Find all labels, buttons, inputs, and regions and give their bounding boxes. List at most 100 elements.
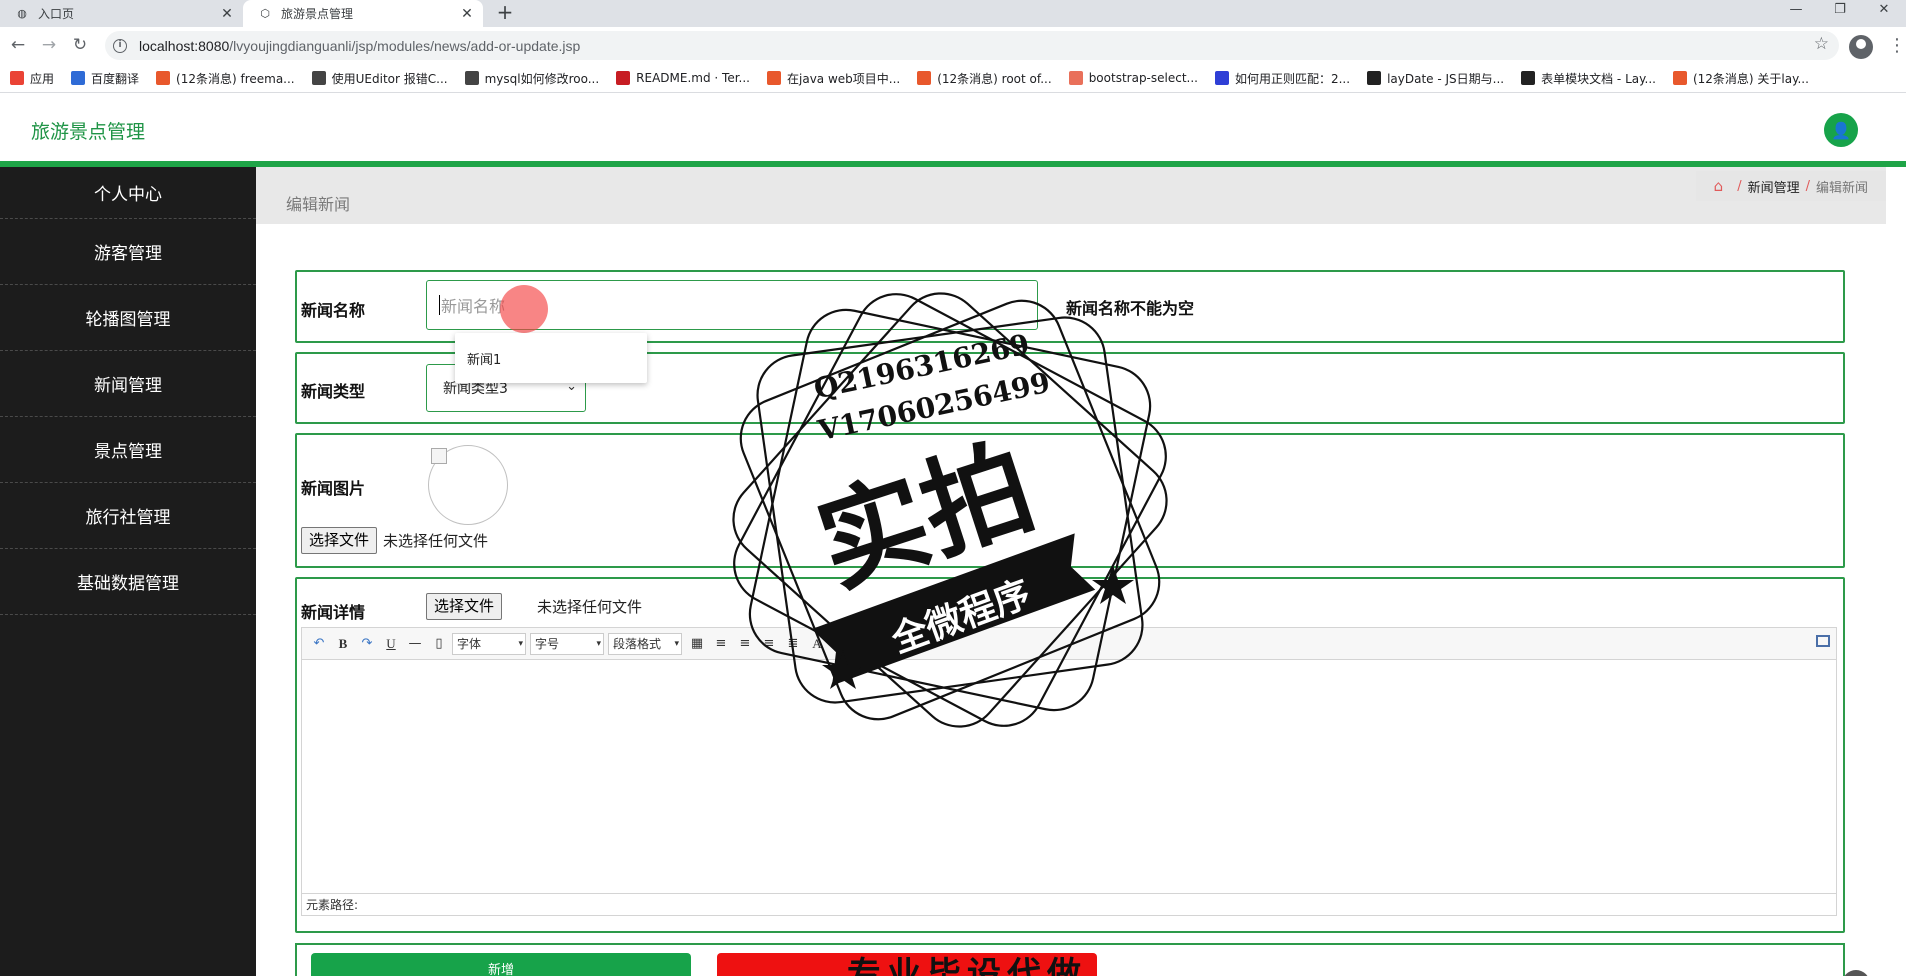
bookmark-item[interactable]: 在java web项目中... (767, 70, 900, 87)
minimize-icon[interactable]: — (1774, 2, 1818, 17)
sidebar-item-agencies[interactable]: 旅行社管理 (0, 483, 256, 549)
bookmark-label: (12条消息) root of... (937, 71, 1052, 86)
home-icon[interactable]: ⌂ (1714, 177, 1724, 195)
bookmark-item[interactable]: (12条消息) root of... (917, 70, 1052, 87)
new-tab-button[interactable]: + (494, 1, 516, 23)
news-name-placeholder: 新闻名称 (441, 297, 506, 316)
detail-file-button[interactable]: 选择文件 (426, 593, 503, 620)
csdn-icon (156, 71, 171, 85)
close-window-icon[interactable]: ✕ (1862, 2, 1906, 17)
bookmark-label: 如何用正则匹配：2... (1234, 71, 1351, 86)
paragraph-format-select[interactable]: 段落格式 ▾ (608, 632, 682, 655)
bookmark-label: README.md · Ter... (636, 71, 750, 85)
undo-icon[interactable]: ↶ (308, 634, 330, 654)
bookmark-item[interactable]: 使用UEditor 报错C... (311, 70, 448, 87)
font-family-select[interactable]: 字体 ▾ (452, 632, 526, 655)
bookmark-item[interactable]: (12条消息) 关于lay... (1672, 70, 1809, 87)
sidebar-item-visitors[interactable]: 游客管理 (0, 219, 256, 285)
bookmark-label: 百度翻译 (91, 71, 140, 86)
baidu-translate-icon (71, 71, 86, 85)
breadcrumb-news[interactable]: 新闻管理 (1748, 177, 1800, 196)
profile-icon[interactable] (1849, 35, 1873, 59)
table-icon[interactable]: ▦ (686, 634, 708, 654)
tab-close-icon[interactable]: ✕ (219, 6, 235, 22)
layui-icon (1367, 71, 1382, 85)
underline-button[interactable]: U (380, 634, 402, 654)
url-text: localhost:8080/lvyoujingdianguanli/jsp/m… (139, 37, 581, 54)
redo-icon[interactable]: ↷ (356, 634, 378, 654)
csdn-icon (1672, 71, 1687, 85)
user-icon: 👤 (1831, 120, 1851, 140)
news-image-preview (428, 445, 508, 525)
form-row-image: 新闻图片 选择文件 未选择任何文件 (295, 433, 1845, 568)
fullscreen-icon[interactable] (1816, 635, 1830, 647)
detail-file-status: 未选择任何文件 (537, 598, 643, 616)
forward-icon[interactable]: → (39, 35, 59, 55)
bookmark-item[interactable]: bootstrap-select... (1068, 71, 1198, 85)
bookmark-label: (12条消息) 关于lay... (1692, 71, 1809, 86)
sidebar-item-attractions[interactable]: 景点管理 (0, 417, 256, 483)
user-avatar-button[interactable]: 👤 (1824, 113, 1858, 147)
csdn-icon (917, 71, 932, 85)
address-bar[interactable]: i localhost:8080/lvyoujingdianguanli/jsp… (105, 31, 1839, 60)
sidebar-item-news[interactable]: 新闻管理 (0, 351, 256, 417)
sidebar-item-base-data[interactable]: 基础数据管理 (0, 549, 256, 615)
bookmark-item[interactable]: (12条消息) freema... (156, 70, 295, 87)
more-menu-icon[interactable]: ⋮ (1888, 35, 1906, 57)
tab-close-icon[interactable]: ✕ (459, 6, 475, 22)
horizontal-rule-icon[interactable]: — (404, 634, 426, 654)
sidebar-item-profile[interactable]: 个人中心 (0, 167, 256, 219)
bookmark-label: layDate - JS日期与... (1387, 71, 1505, 86)
baidu-paw-icon (1214, 71, 1229, 85)
tab-title: 入口页 (38, 7, 75, 21)
sidebar-item-carousel[interactable]: 轮播图管理 (0, 285, 256, 351)
form-actions: 新增 专业毕设代做 (295, 943, 1845, 976)
bookmark-item[interactable]: 如何用正则匹配：2... (1214, 70, 1351, 87)
breadcrumb-current: 编辑新闻 (1815, 180, 1868, 196)
apps-grid-icon (10, 71, 24, 85)
bookmark-item[interactable]: mysql如何修改roo... (464, 70, 600, 87)
image-file-status: 未选择任何文件 (383, 532, 489, 550)
jianshu-icon (1068, 71, 1083, 85)
rich-text-editor[interactable]: ↶ B ↷ U — ▯ 字体 ▾ 字号 ▾ 段落格式 ▾ ▦ ≡ ≡ ≡ ≣ A 元素… (301, 627, 1837, 916)
info-icon[interactable]: i (113, 38, 127, 53)
align-justify-icon[interactable]: ≣ (782, 634, 804, 654)
ad-banner-text: 专业毕设代做 (847, 955, 1087, 976)
hexagon-icon: ⬡ (260, 7, 270, 20)
bookmark-label: mysql如何修改roo... (484, 71, 600, 86)
content-header: 编辑新闻 ⌂ / 新闻管理 / 编辑新闻 (256, 167, 1886, 224)
bookmark-item[interactable]: 应用 (10, 70, 54, 87)
browser-tab-active[interactable]: ⬡ 旅游景点管理 ✕ (243, 0, 483, 27)
align-center-icon[interactable]: ≡ (734, 634, 756, 654)
editor-element-path: 元素路径: (302, 893, 1836, 915)
autocomplete-dropdown[interactable]: 新闻1 (455, 333, 647, 383)
bookmark-label: 应用 (30, 71, 55, 86)
sidebar: 个人中心 游客管理 轮播图管理 新闻管理 景点管理 旅行社管理 基础数据管理 (0, 167, 256, 976)
browser-toolbar: ← → ↻ i localhost:8080/lvyoujingdianguan… (0, 27, 1906, 64)
submit-button[interactable]: 新增 (311, 953, 691, 976)
bold-button[interactable]: B (332, 634, 354, 654)
layui-icon (1521, 71, 1536, 85)
bookmarks-bar: 应用 百度翻译 (12条消息) freema... 使用UEditor 报错C... m… (0, 64, 1906, 93)
bookmark-item[interactable]: 表单模块文档 - Lay... (1521, 70, 1656, 87)
image-file-button[interactable]: 选择文件 (301, 527, 378, 554)
align-left-icon[interactable]: ≡ (710, 634, 732, 654)
csdn-icon (767, 71, 781, 85)
font-size-select[interactable]: 字号 ▾ (530, 632, 604, 655)
bookmark-item[interactable]: layDate - JS日期与... (1367, 70, 1504, 87)
reload-icon[interactable]: ↻ (70, 35, 90, 55)
back-icon[interactable]: ← (8, 35, 28, 55)
restore-icon[interactable]: ❐ (1818, 2, 1862, 17)
tab-title: 旅游景点管理 (281, 7, 354, 21)
font-color-button[interactable]: A (806, 634, 828, 654)
autocomplete-option[interactable]: 新闻1 (467, 353, 501, 368)
image-label: 新闻图片 (301, 479, 366, 498)
bookmark-star-icon[interactable]: ☆ (1814, 34, 1829, 54)
align-right-icon[interactable]: ≡ (758, 634, 780, 654)
bookmark-label: 在java web项目中... (787, 71, 901, 86)
bookmark-item[interactable]: README.md · Ter... (616, 71, 750, 85)
bookmark-item[interactable]: 百度翻译 (71, 70, 139, 87)
bookmark-label: 使用UEditor 报错C... (331, 71, 448, 86)
browser-tab-entry[interactable]: ◍ 入口页 ✕ (0, 0, 243, 27)
page-icon[interactable]: ▯ (428, 634, 450, 654)
